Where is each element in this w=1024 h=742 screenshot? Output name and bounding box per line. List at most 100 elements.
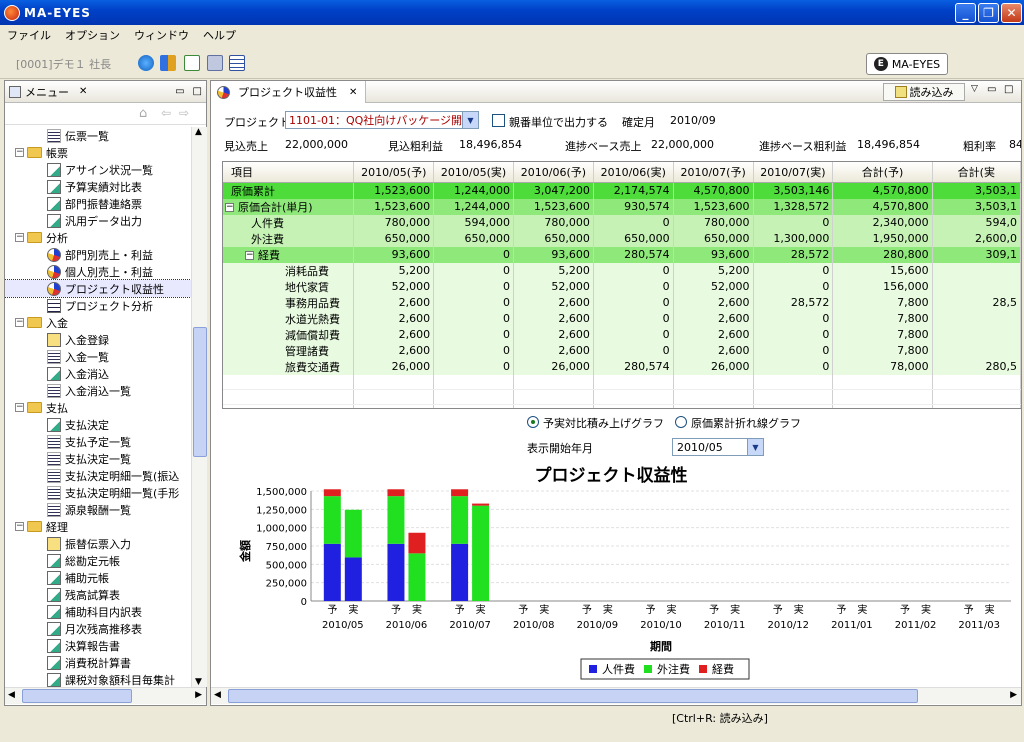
close-tab-icon[interactable]: ✕ bbox=[349, 87, 357, 98]
home-icon[interactable]: ⌂ bbox=[139, 106, 147, 121]
column-header[interactable]: 2010/06(予) bbox=[513, 162, 594, 183]
tab-project-profitability[interactable]: プロジェクト収益性 ✕ bbox=[211, 81, 367, 103]
tree-item[interactable]: プロジェクト収益性 bbox=[5, 279, 191, 298]
project-select[interactable]: 1101-01：QQ社向けパッケージ開発 ▼ bbox=[285, 111, 479, 129]
table-row[interactable]: 管理諸費 2,600 0 2,600 0 2,600 0 7,800 bbox=[223, 342, 1021, 359]
collapse-icon[interactable]: − bbox=[245, 251, 254, 260]
scroll-thumb[interactable] bbox=[228, 689, 918, 703]
minimize-view-icon[interactable]: ▭ bbox=[175, 86, 184, 97]
tree-item[interactable]: 入金消込一覧 bbox=[5, 382, 191, 399]
table-row[interactable]: 水道光熱費 2,600 0 2,600 0 2,600 0 7,800 bbox=[223, 310, 1021, 327]
tree-item[interactable]: 支払決定明細一覧(振込 bbox=[5, 467, 191, 484]
back-icon[interactable]: ⇦ bbox=[161, 106, 171, 120]
stacked-chart-radio[interactable] bbox=[527, 416, 539, 428]
menu-window[interactable]: ウィンドウ bbox=[127, 27, 196, 43]
tree-folder[interactable]: − 入金 bbox=[5, 314, 191, 331]
tree-item[interactable]: 入金登録 bbox=[5, 331, 191, 348]
scroll-down-icon[interactable]: ▼ bbox=[195, 677, 202, 687]
table-row[interactable]: 地代家賃 52,000 0 52,000 0 52,000 0 156,000 bbox=[223, 278, 1021, 295]
tree-item[interactable]: 予算実績対比表 bbox=[5, 178, 191, 195]
tree-item[interactable]: 支払決定一覧 bbox=[5, 450, 191, 467]
tree-item[interactable]: 部門振替連絡票 bbox=[5, 195, 191, 212]
table-row[interactable]: 原価累計 1,523,600 1,244,000 3,047,200 2,174,574… bbox=[223, 182, 1021, 199]
tree-item[interactable]: 振替伝票入力 bbox=[5, 535, 191, 552]
tree-folder[interactable]: − 経理 bbox=[5, 518, 191, 535]
parent-unit-checkbox[interactable] bbox=[492, 114, 505, 127]
tree-item[interactable]: 総勘定元帳 bbox=[5, 552, 191, 569]
menu-help[interactable]: ヘルプ bbox=[196, 27, 243, 43]
column-header[interactable]: 2010/06(実) bbox=[593, 162, 674, 183]
collapse-icon[interactable]: − bbox=[15, 522, 24, 531]
menu-options[interactable]: オプション bbox=[58, 27, 127, 43]
view-menu-icon[interactable]: ▽ bbox=[971, 84, 978, 94]
tree-item[interactable]: 補助科目内訳表 bbox=[5, 603, 191, 620]
tree-folder[interactable]: − 帳票 bbox=[5, 144, 191, 161]
maximize-button[interactable]: ❐ bbox=[978, 3, 999, 23]
minimize-button[interactable]: _ bbox=[955, 3, 976, 23]
ma-eyes-button[interactable]: E MA-EYES bbox=[866, 53, 948, 75]
globe-icon[interactable] bbox=[138, 55, 154, 71]
tree-item[interactable]: 支払決定明細一覧(手形 bbox=[5, 484, 191, 501]
tree-item[interactable]: 個人別売上・利益 bbox=[5, 263, 191, 280]
forward-icon[interactable]: ⇨ bbox=[179, 106, 189, 120]
column-header[interactable]: 項目 bbox=[223, 162, 355, 183]
scroll-right-icon[interactable]: ▶ bbox=[1010, 690, 1017, 700]
tree-item[interactable]: 伝票一覧 bbox=[5, 127, 191, 144]
tree-item[interactable]: 源泉報酬一覧 bbox=[5, 501, 191, 518]
tree-item[interactable]: 入金一覧 bbox=[5, 348, 191, 365]
tree-folder[interactable]: − 支払 bbox=[5, 399, 191, 416]
collapse-icon[interactable]: − bbox=[15, 148, 24, 157]
column-header[interactable]: 2010/07(実) bbox=[753, 162, 834, 183]
menu-horizontal-scrollbar[interactable]: ◀ ▶ bbox=[5, 687, 206, 704]
start-month-select[interactable]: 2010/05 ▼ bbox=[672, 438, 764, 456]
tree-item[interactable]: 部門別売上・利益 bbox=[5, 246, 191, 263]
table-row[interactable]: 人件費 780,000 594,000 780,000 0 780,000 0 2,340,0… bbox=[223, 214, 1021, 231]
tree-item[interactable]: 支払予定一覧 bbox=[5, 433, 191, 450]
column-header[interactable]: 2010/05(予) bbox=[353, 162, 435, 183]
scroll-left-icon[interactable]: ◀ bbox=[214, 690, 221, 700]
maximize-view-icon[interactable]: □ bbox=[1004, 84, 1013, 95]
table-row[interactable]: − 経費 93,600 0 93,600 280,574 93,600 28,572 280,8… bbox=[223, 246, 1021, 263]
collapse-icon[interactable]: − bbox=[225, 203, 234, 212]
scroll-right-icon[interactable]: ▶ bbox=[195, 690, 202, 700]
tree-item[interactable]: 補助元帳 bbox=[5, 569, 191, 586]
scroll-thumb[interactable] bbox=[22, 689, 132, 703]
scroll-up-icon[interactable]: ▲ bbox=[195, 127, 202, 137]
tree-item[interactable]: 支払決定 bbox=[5, 416, 191, 433]
tree-item[interactable]: プロジェクト分析 bbox=[5, 297, 191, 314]
column-header[interactable]: 合計(実 bbox=[932, 162, 1021, 183]
tree-item[interactable]: アサイン状況一覧 bbox=[5, 161, 191, 178]
table-row[interactable]: 減価償却費 2,600 0 2,600 0 2,600 0 7,800 bbox=[223, 326, 1021, 343]
close-button[interactable]: ✕ bbox=[1001, 3, 1022, 23]
collapse-icon[interactable]: − bbox=[15, 233, 24, 242]
column-header[interactable]: 2010/05(実) bbox=[433, 162, 514, 183]
table-row[interactable]: 旅費交通費 26,000 0 26,000 280,574 26,000 0 78,000 28… bbox=[223, 358, 1021, 375]
tree-folder[interactable]: − 分析 bbox=[5, 229, 191, 246]
tree-item[interactable]: 汎用データ出力 bbox=[5, 212, 191, 229]
export-icon[interactable] bbox=[184, 55, 200, 71]
tree-item[interactable]: 決算報告書 bbox=[5, 637, 191, 654]
scroll-left-icon[interactable]: ◀ bbox=[8, 690, 15, 700]
minimize-view-icon[interactable]: ▭ bbox=[987, 84, 996, 95]
tree-item[interactable]: 残高試算表 bbox=[5, 586, 191, 603]
menu-vertical-scrollbar[interactable]: ▲ ▼ bbox=[191, 127, 207, 687]
print-icon[interactable] bbox=[207, 55, 223, 71]
table-row[interactable]: 外注費 650,000 650,000 650,000 650,000 650,000 1,… bbox=[223, 230, 1021, 247]
read-button[interactable]: 読み込み bbox=[883, 83, 965, 101]
collapse-icon[interactable]: − bbox=[15, 403, 24, 412]
sync-icon[interactable] bbox=[160, 55, 176, 71]
menu-file[interactable]: ファイル bbox=[0, 27, 58, 43]
column-header[interactable]: 合計(予) bbox=[832, 162, 933, 183]
table-row[interactable]: − 原価合計(単月) 1,523,600 1,244,000 1,523,600 930,… bbox=[223, 198, 1021, 215]
tree-item[interactable]: 課税対象額科目毎集計 bbox=[5, 671, 191, 687]
table-icon[interactable] bbox=[229, 55, 245, 71]
table-row[interactable]: 事務用品費 2,600 0 2,600 0 2,600 28,572 7,800 28,5 bbox=[223, 294, 1021, 311]
collapse-icon[interactable]: − bbox=[15, 318, 24, 327]
maximize-view-icon[interactable]: □ bbox=[193, 86, 202, 97]
close-tab-icon[interactable]: ✕ bbox=[79, 86, 87, 97]
view-horizontal-scrollbar[interactable]: ◀ ▶ bbox=[211, 687, 1021, 704]
table-row[interactable]: 消耗品費 5,200 0 5,200 0 5,200 0 15,600 bbox=[223, 262, 1021, 279]
tree-item[interactable]: 入金消込 bbox=[5, 365, 191, 382]
scroll-thumb[interactable] bbox=[193, 327, 207, 457]
line-chart-radio[interactable] bbox=[675, 416, 687, 428]
